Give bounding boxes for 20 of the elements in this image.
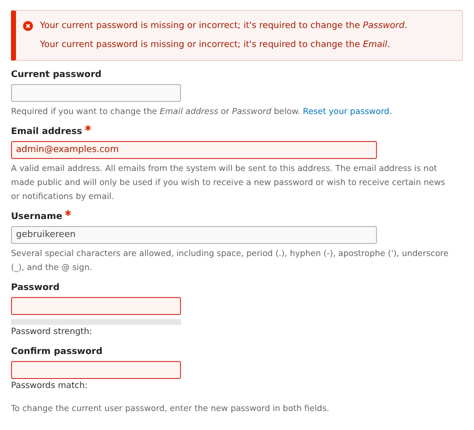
input-field[interactable]: [11, 361, 181, 379]
input-field[interactable]: gebruikereen: [11, 226, 377, 244]
field-label: Password: [11, 282, 60, 294]
field-label: Confirm password: [11, 346, 102, 358]
status-text: Password strength:: [11, 326, 94, 338]
input-field[interactable]: [11, 297, 181, 315]
field-label: Username: [11, 211, 62, 223]
field-description: Required if you want to change the Email address or Password below. Reset your password.: [11, 105, 394, 118]
footer-note: To change the current user password, enter the new password in both fields.: [11, 402, 330, 414]
field-description: Several special characters are allowed, including space, period (.), hyphen (-), apostrophe ('), underscore (_), and the @ sign.: [11, 247, 450, 274]
reset-password-link[interactable]: Reset your password.: [302, 106, 392, 116]
error-message: Your current password is missing or incorrect; it's required to change the Email.: [40, 40, 390, 50]
error-message: Your current password is missing or incorrect; it's required to change the Password.: [40, 21, 408, 31]
status-text: Passwords match:: [11, 380, 89, 392]
error-icon: [23, 21, 33, 31]
input-field[interactable]: admin@examples.com: [11, 141, 377, 159]
field-label: Current password: [11, 69, 102, 81]
field-label: Email address: [11, 126, 82, 138]
field-description: A valid email address. All emails from the system will be sent to this address. The email address is not made public and will only be used if you wish to receive a new password or wish to receive certain news or notifications by email.: [11, 162, 446, 203]
input-field[interactable]: [11, 84, 181, 102]
